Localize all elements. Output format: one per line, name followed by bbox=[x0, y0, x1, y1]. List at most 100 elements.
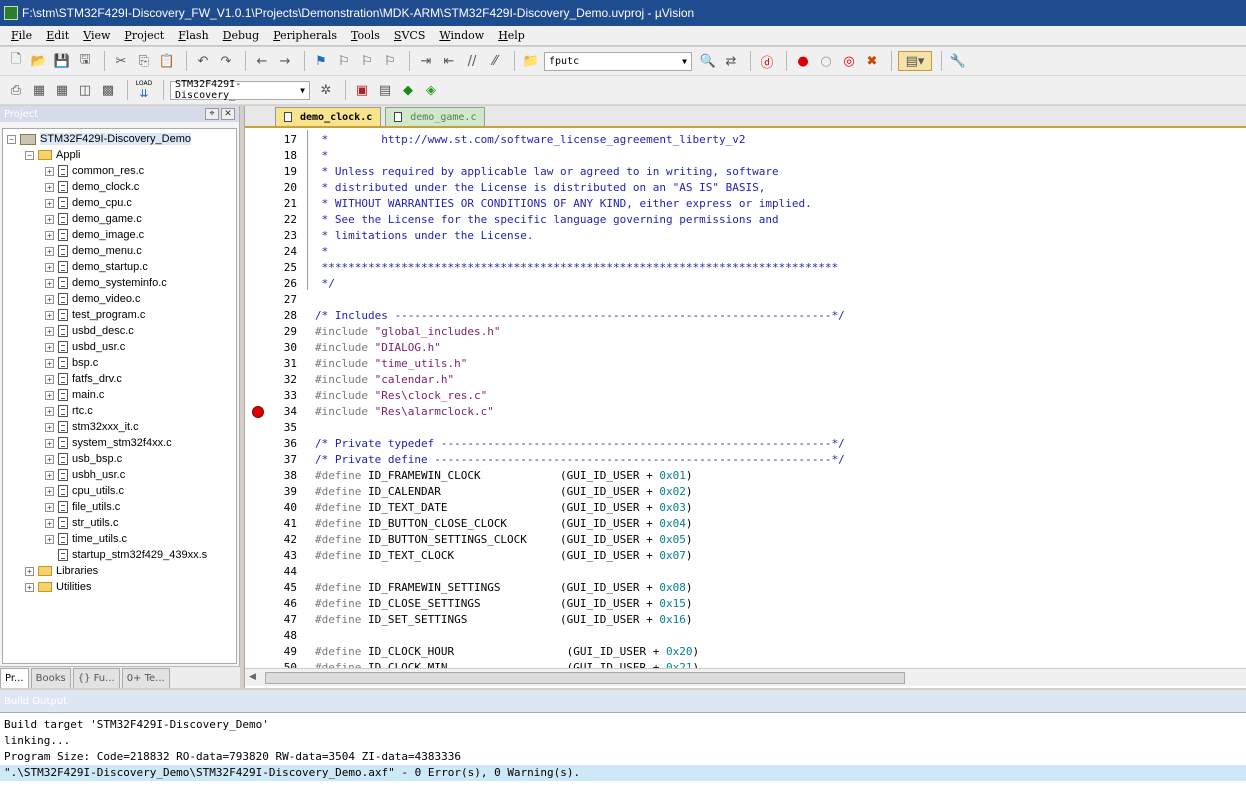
save-all-icon[interactable]: 🖫 bbox=[75, 51, 95, 71]
tree-group-appli[interactable]: − Appli bbox=[25, 147, 80, 163]
menu-item-flash[interactable]: Flash bbox=[171, 27, 215, 45]
stop-build-icon[interactable]: ▩ bbox=[98, 80, 118, 100]
expand-icon[interactable]: + bbox=[45, 454, 54, 464]
tree-file-item[interactable]: + demo_video.c bbox=[45, 291, 141, 307]
open-folder-icon[interactable]: 📂 bbox=[29, 51, 49, 71]
close-icon[interactable]: ✕ bbox=[221, 108, 235, 120]
debug-session-icon[interactable]: ⓓ bbox=[757, 51, 777, 71]
tree-file-item[interactable]: + stm32xxx_it.c bbox=[45, 419, 139, 435]
expand-icon[interactable]: + bbox=[45, 438, 54, 448]
expand-icon[interactable]: + bbox=[45, 278, 54, 288]
pack-installer-icon[interactable]: ◆ bbox=[398, 80, 418, 100]
undo-icon[interactable]: ↶ bbox=[193, 51, 213, 71]
disable-breakpoints-icon[interactable]: ◎ bbox=[839, 51, 859, 71]
expand-icon[interactable]: + bbox=[45, 262, 54, 272]
expand-icon[interactable]: + bbox=[45, 406, 54, 416]
indent-icon[interactable]: ⇥ bbox=[416, 51, 436, 71]
tree-file-item[interactable]: startup_stm32f429_439xx.s bbox=[45, 547, 207, 563]
translate-icon[interactable]: ⎙ bbox=[6, 80, 26, 100]
build-icon[interactable]: ▦ bbox=[29, 80, 49, 100]
tab-books[interactable]: Books bbox=[30, 668, 71, 688]
expand-icon[interactable]: + bbox=[45, 182, 54, 192]
menu-item-peripherals[interactable]: Peripherals bbox=[266, 27, 344, 45]
unindent-icon[interactable]: ⇤ bbox=[439, 51, 459, 71]
expand-icon[interactable]: + bbox=[45, 502, 54, 512]
redo-icon[interactable]: ↷ bbox=[216, 51, 236, 71]
clear-bookmarks-icon[interactable]: ⚐ bbox=[380, 51, 400, 71]
tree-file-item[interactable]: + demo_systeminfo.c bbox=[45, 275, 167, 291]
find-icon[interactable]: 🔍 bbox=[698, 51, 718, 71]
find-combo[interactable]: fputc ▼ bbox=[544, 51, 692, 71]
menu-item-tools[interactable]: Tools bbox=[344, 27, 387, 45]
expand-icon[interactable]: + bbox=[45, 198, 54, 208]
expand-icon[interactable]: + bbox=[25, 566, 34, 576]
collapse-icon[interactable]: − bbox=[7, 134, 16, 144]
scroll-left-icon[interactable]: ◀ bbox=[249, 672, 256, 682]
tree-file-item[interactable]: + demo_clock.c bbox=[45, 179, 139, 195]
insert-breakpoint-icon[interactable]: ● bbox=[793, 51, 813, 71]
chevron-down-icon[interactable]: ▼ bbox=[682, 57, 687, 66]
menu-item-window[interactable]: Window bbox=[432, 27, 491, 45]
tree-file-item[interactable]: + usbh_usr.c bbox=[45, 467, 125, 483]
editor-tab-demo-clock[interactable]: demo_clock.c bbox=[275, 107, 382, 126]
uncomment-icon[interactable]: ⁄⁄ bbox=[485, 51, 505, 71]
tab-functions[interactable]: {} Fu... bbox=[72, 668, 120, 688]
tree-root-project[interactable]: − STM32F429I-Discovery_Demo bbox=[7, 131, 191, 147]
next-bookmark-icon[interactable]: ⚐ bbox=[357, 51, 377, 71]
horizontal-scrollbar[interactable]: ◀ bbox=[245, 668, 1246, 686]
expand-icon[interactable]: + bbox=[45, 534, 54, 544]
kill-breakpoints-icon[interactable]: ✖ bbox=[862, 51, 882, 71]
prev-bookmark-icon[interactable]: ⚐ bbox=[334, 51, 354, 71]
line-number-gutter[interactable]: 17 18 19 20 21 22 23 24 25 26 27 28 29 30 31 32 33 34 35 36… bbox=[245, 130, 305, 674]
incremental-find-icon[interactable]: ⇄ bbox=[721, 51, 741, 71]
tree-group-libraries[interactable]: + Libraries bbox=[25, 563, 98, 579]
tree-file-item[interactable]: + rtc.c bbox=[45, 403, 93, 419]
chevron-down-icon[interactable]: ▼ bbox=[300, 86, 305, 95]
menu-item-edit[interactable]: Edit bbox=[39, 27, 76, 45]
expand-icon[interactable]: + bbox=[45, 422, 54, 432]
expand-icon[interactable]: + bbox=[45, 310, 54, 320]
expand-icon[interactable]: + bbox=[45, 358, 54, 368]
expand-icon[interactable]: + bbox=[45, 166, 54, 176]
expand-icon[interactable]: + bbox=[45, 326, 54, 336]
select-packs-icon[interactable]: ▤ bbox=[375, 80, 395, 100]
menu-item-file[interactable]: File bbox=[4, 27, 39, 45]
expand-icon[interactable]: + bbox=[45, 294, 54, 304]
tree-file-item[interactable]: + demo_startup.c bbox=[45, 259, 148, 275]
scrollbar-thumb[interactable] bbox=[265, 672, 905, 684]
expand-icon[interactable]: + bbox=[45, 518, 54, 528]
paste-icon[interactable]: 📋 bbox=[157, 51, 177, 71]
editor-tab-demo-game[interactable]: demo_game.c bbox=[385, 107, 486, 126]
tree-file-item[interactable]: + usbd_desc.c bbox=[45, 323, 134, 339]
tree-file-item[interactable]: + common_res.c bbox=[45, 163, 144, 179]
tree-file-item[interactable]: + system_stm32f4xx.c bbox=[45, 435, 172, 451]
tree-group-utilities[interactable]: + Utilities bbox=[25, 579, 91, 595]
expand-icon[interactable]: + bbox=[45, 374, 54, 384]
tree-file-item[interactable]: + cpu_utils.c bbox=[45, 483, 124, 499]
enable-breakpoint-icon[interactable]: ○ bbox=[816, 51, 836, 71]
target-select[interactable]: STM32F429I-Discovery_ ▼ bbox=[170, 79, 310, 101]
new-file-icon[interactable]: 🗋 bbox=[6, 51, 26, 71]
tab-project[interactable]: Pr... bbox=[0, 668, 29, 688]
manage-project-items-icon[interactable]: ▣ bbox=[352, 80, 372, 100]
menu-item-help[interactable]: Help bbox=[491, 27, 532, 45]
tree-file-item[interactable]: + main.c bbox=[45, 387, 104, 403]
tree-file-item[interactable]: + str_utils.c bbox=[45, 515, 118, 531]
breakpoint-icon[interactable] bbox=[252, 406, 264, 418]
menu-item-project[interactable]: Project bbox=[117, 27, 171, 45]
expand-icon[interactable]: + bbox=[45, 230, 54, 240]
menu-item-view[interactable]: View bbox=[76, 27, 117, 45]
download-icon[interactable]: LOAD ⇊ bbox=[134, 80, 154, 100]
comment-icon[interactable]: // bbox=[462, 51, 482, 71]
expand-icon[interactable]: + bbox=[45, 470, 54, 480]
collapse-icon[interactable]: − bbox=[25, 150, 34, 160]
tree-file-item[interactable]: + fatfs_drv.c bbox=[45, 371, 122, 387]
expand-icon[interactable]: + bbox=[45, 486, 54, 496]
expand-icon[interactable]: + bbox=[45, 246, 54, 256]
copy-icon[interactable]: ⎘ bbox=[134, 51, 154, 71]
menu-item-svcs[interactable]: SVCS bbox=[387, 27, 432, 45]
batch-build-icon[interactable]: ◫ bbox=[75, 80, 95, 100]
window-layout-icon[interactable]: ▤▾ bbox=[898, 51, 932, 71]
tree-file-item[interactable]: + usbd_usr.c bbox=[45, 339, 125, 355]
tree-file-item[interactable]: + file_utils.c bbox=[45, 499, 120, 515]
